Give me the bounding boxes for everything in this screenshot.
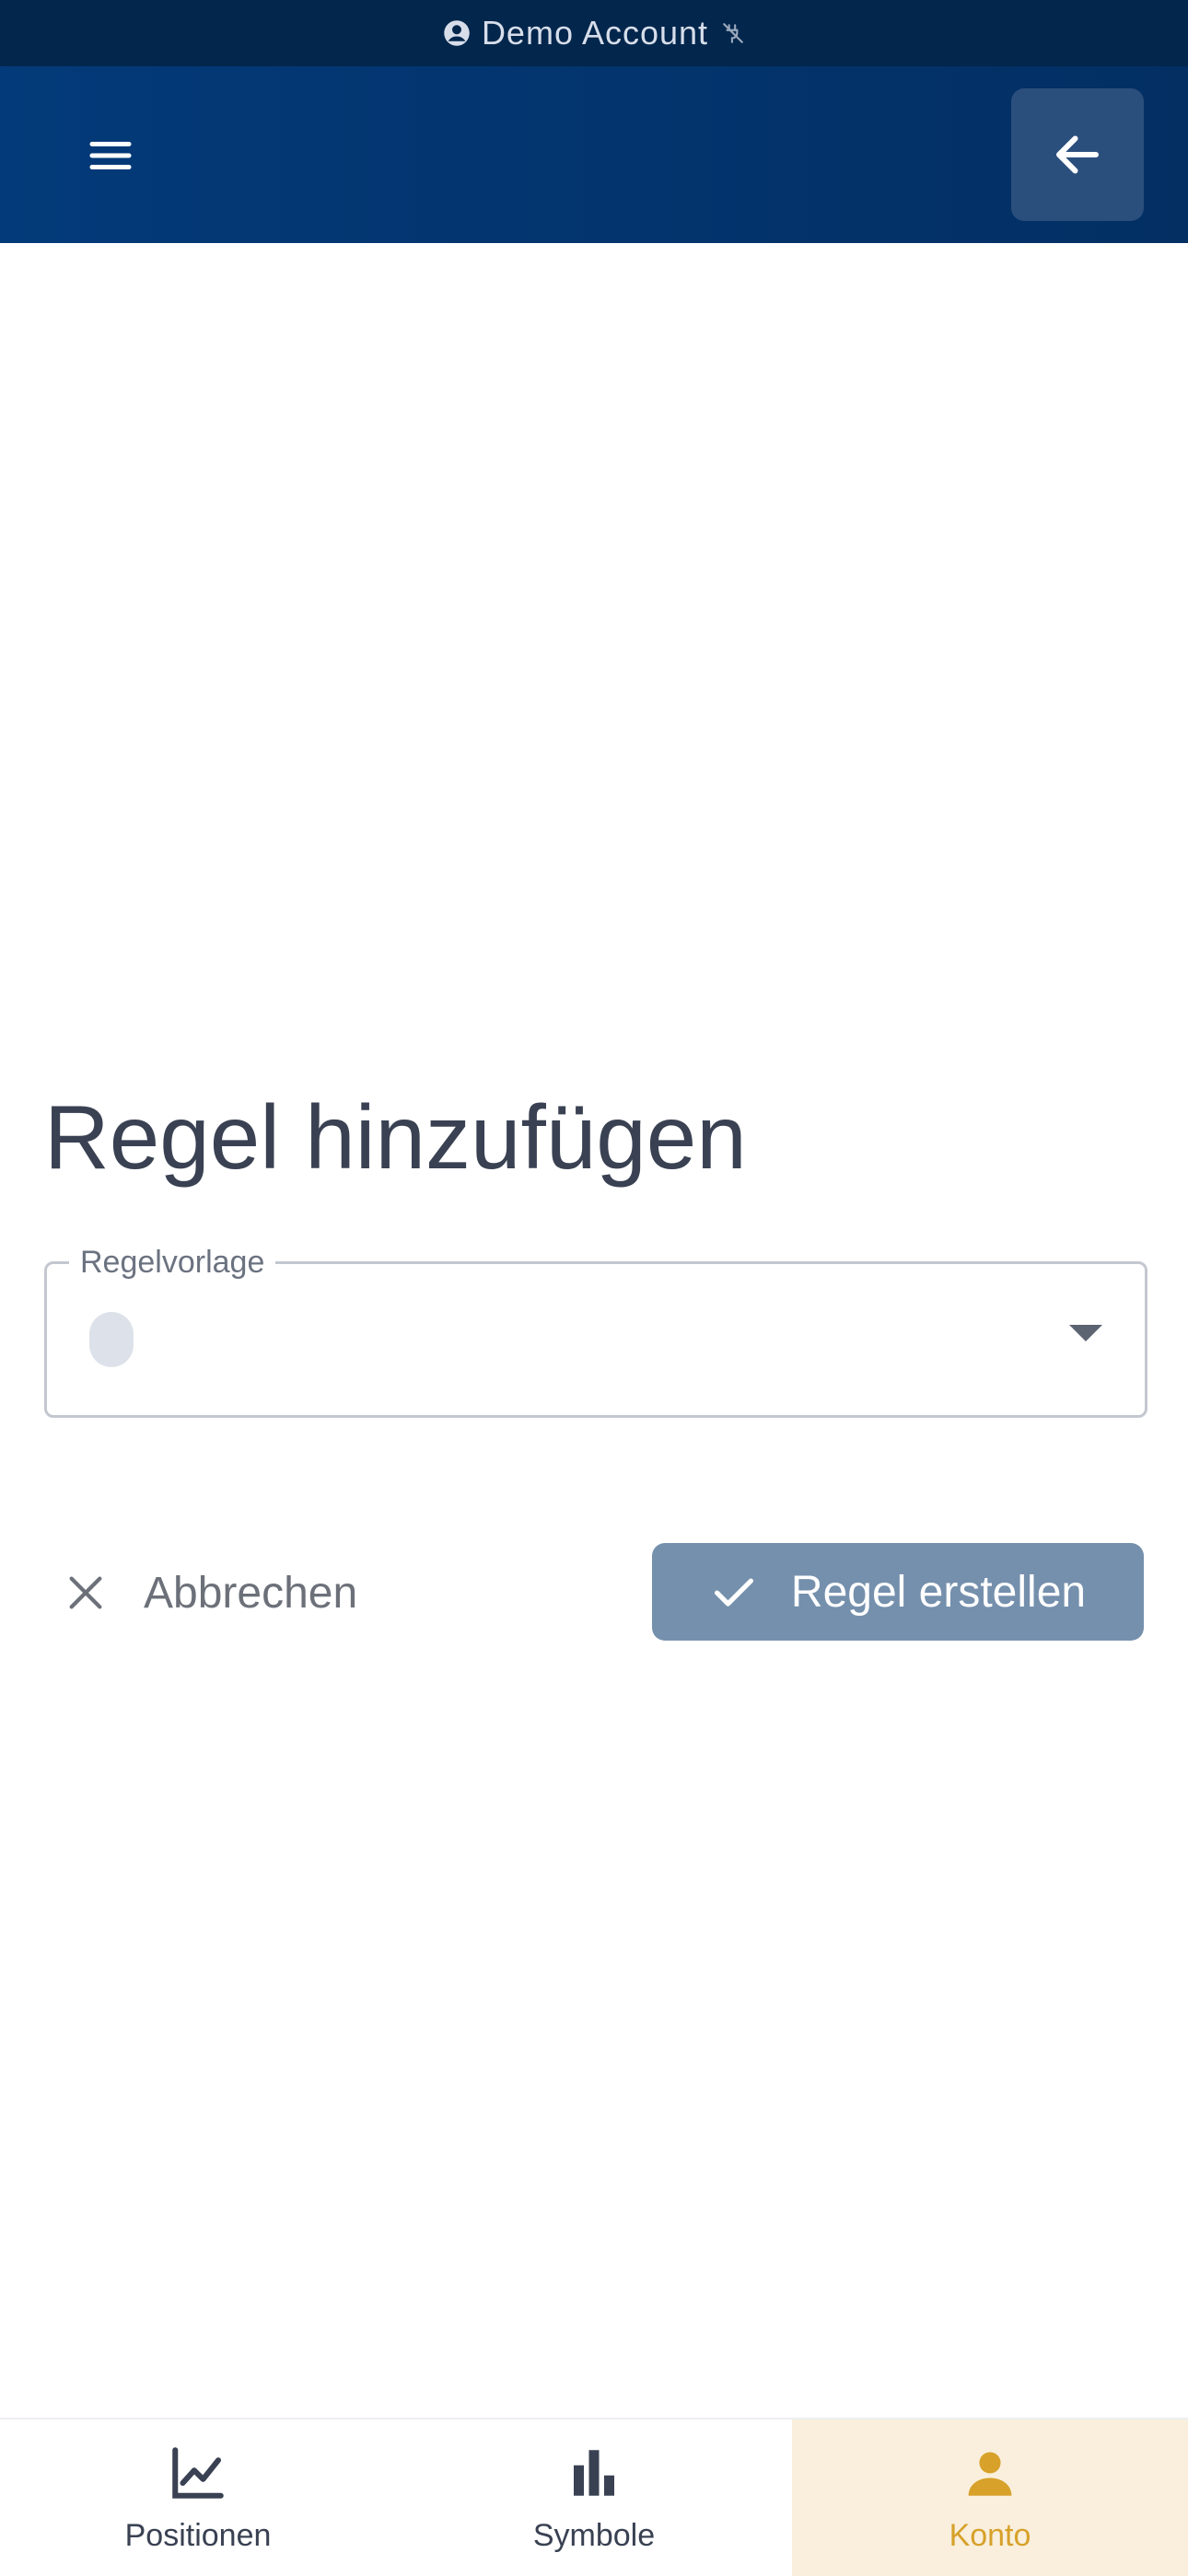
person-icon (968, 2451, 1012, 2496)
close-icon (69, 1576, 102, 1609)
bottom-navigation: Positionen Symbole Konto (0, 2418, 1188, 2576)
loading-skeleton (89, 1312, 134, 1367)
plug-off-icon (723, 23, 743, 43)
nav-item-symbole[interactable]: Symbole (396, 2419, 792, 2576)
arrow-left-icon (1056, 135, 1099, 174)
cancel-label: Abbrechen (144, 1568, 358, 1618)
line-chart-icon (172, 2446, 224, 2499)
create-rule-label: Regel erstellen (790, 1567, 1087, 1617)
demo-account-label: Demo Account (481, 14, 709, 52)
page-title: Regel hinzufügen (44, 1086, 747, 1188)
rule-template-label: Regelvorlage (69, 1244, 276, 1281)
menu-button[interactable] (64, 114, 157, 197)
cancel-button[interactable]: Abbrechen (64, 1547, 357, 1639)
nav-label-symbole: Symbole (532, 2517, 656, 2553)
account-circle-icon (444, 20, 470, 46)
nav-label-konto: Konto (949, 2517, 1031, 2553)
nav-label-positionen: Positionen (124, 2517, 272, 2553)
rule-template-select[interactable]: Regelvorlage (44, 1244, 1147, 1418)
create-rule-button[interactable]: Regel erstellen (652, 1543, 1144, 1641)
app-header (0, 66, 1188, 243)
hamburger-menu-icon (89, 142, 132, 169)
caret-down-icon (1069, 1325, 1102, 1341)
back-button[interactable] (1011, 88, 1144, 221)
demo-account-banner: Demo Account (0, 0, 1188, 66)
nav-item-konto[interactable]: Konto (792, 2419, 1188, 2576)
nav-item-positionen[interactable]: Positionen (0, 2419, 396, 2576)
check-icon (714, 1578, 753, 1607)
bar-chart-icon (574, 2449, 614, 2496)
